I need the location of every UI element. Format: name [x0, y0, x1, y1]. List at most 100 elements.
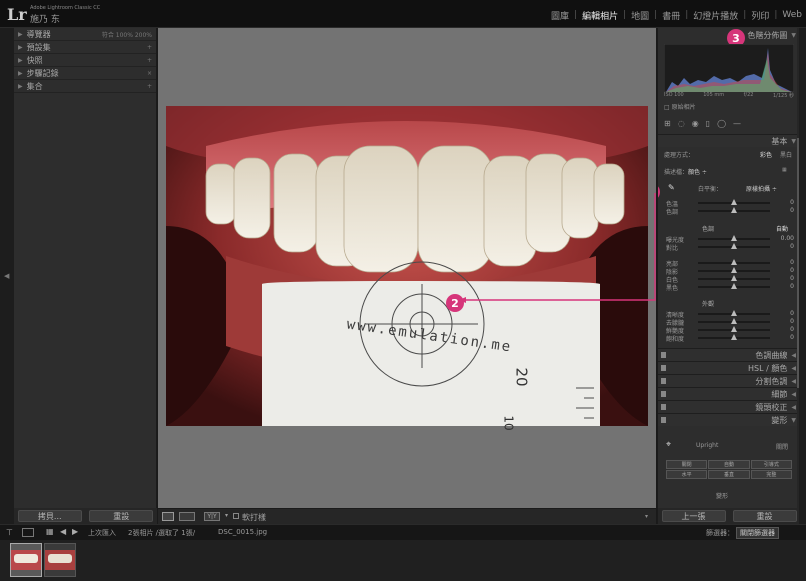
photo-canvas[interactable]: www.emulation.me 20 10 2 [158, 28, 656, 508]
slider-value[interactable]: 0 [790, 326, 794, 333]
slider-value[interactable]: 0 [790, 310, 794, 317]
add-collection-icon[interactable]: + [147, 83, 152, 90]
upright-guided-button[interactable]: 引導式 [750, 460, 792, 469]
filmstrip-thumb-selected[interactable] [10, 543, 42, 577]
section-hsl[interactable]: HSL / 顏色 ◀ [658, 361, 799, 374]
slider-value[interactable]: 0 [790, 259, 794, 266]
section-transform[interactable]: 變形 ▼ [658, 413, 799, 426]
grid-view-icon[interactable]: ▦ [46, 527, 54, 536]
slider-knob[interactable] [731, 207, 737, 213]
slider-value[interactable]: 0 [790, 318, 794, 325]
slider-knob[interactable] [731, 283, 737, 289]
secondary-display-icon[interactable]: ⊤ [6, 528, 13, 537]
spot-removal-icon[interactable]: ◌ [678, 119, 685, 128]
module-develop[interactable]: 編輯相片 [578, 9, 622, 22]
brush-tool-icon[interactable]: — [733, 119, 741, 128]
panel-switch-icon[interactable] [661, 378, 666, 384]
panel-switch-icon[interactable] [661, 352, 666, 358]
slider-shadows[interactable]: 陰影 0 [658, 266, 799, 276]
slider-clarity[interactable]: 清晰度 0 [658, 309, 799, 319]
panel-switch-icon[interactable] [661, 365, 666, 371]
wb-eyedropper-icon[interactable]: ✎ [668, 183, 675, 192]
upright-full-button[interactable]: 完整 [750, 470, 792, 479]
treatment-color-option[interactable]: 彩色 [760, 150, 772, 159]
original-photo-toggle[interactable]: □ 原始相片 [664, 102, 696, 111]
slider-exposure[interactable]: 曝光度 0.00 [658, 234, 799, 244]
slider-value[interactable]: 0 [790, 243, 794, 250]
reset-right-button[interactable]: 重設 [732, 510, 797, 522]
module-web[interactable]: Web [778, 10, 806, 20]
navigator-header[interactable]: ▶ 導覽器 符合 100% 200% [14, 28, 156, 41]
auto-tone-button[interactable]: 自動 [776, 224, 788, 233]
toolbar-menu-icon[interactable]: ▾ [645, 513, 648, 520]
slider-knob[interactable] [731, 326, 737, 332]
wb-select[interactable]: 原樣拍攝 ÷ [746, 184, 777, 193]
slider-tint[interactable]: 色調 0 [658, 206, 799, 216]
right-panel-toggle-strip[interactable] [799, 28, 806, 524]
slider-blacks[interactable]: 黑色 0 [658, 282, 799, 292]
slider-value[interactable]: 0 [790, 283, 794, 290]
add-preset-icon[interactable]: + [147, 44, 152, 51]
copy-button[interactable]: 拷貝... [17, 510, 82, 522]
module-library[interactable]: 圖庫 [547, 9, 573, 22]
filmstrip-thumb[interactable] [44, 543, 76, 577]
section-detail[interactable]: 細節 ◀ [658, 387, 799, 400]
zoom-options[interactable]: 符合 100% 200% [102, 30, 152, 39]
slider-value[interactable]: 0 [790, 275, 794, 282]
module-print[interactable]: 列印 [747, 9, 773, 22]
forward-icon[interactable]: ▶ [72, 527, 78, 536]
reset-left-button[interactable]: 重設 [89, 510, 154, 522]
source-label[interactable]: 上次匯入 [88, 528, 116, 538]
soft-proof-checkbox[interactable] [233, 513, 239, 519]
upright-level-button[interactable]: 水平 [666, 470, 708, 479]
basic-header[interactable]: 基本 ▼ [658, 134, 799, 147]
presets-header[interactable]: ▶ 預設集 + [14, 41, 156, 54]
panel-switch-icon[interactable] [661, 404, 666, 410]
profile-select[interactable]: 顏色 ÷ [688, 167, 707, 176]
history-header[interactable]: ▶ 步驟記錄 × [14, 67, 156, 80]
red-eye-icon[interactable]: ◉ [692, 119, 699, 128]
slider-knob[interactable] [731, 275, 737, 281]
upright-vertical-button[interactable]: 垂直 [708, 470, 750, 479]
slider-highlights[interactable]: 亮部 0 [658, 258, 799, 268]
panel-switch-icon[interactable] [661, 391, 666, 397]
radial-filter-icon[interactable]: ◯ [717, 119, 726, 128]
slider-contrast[interactable]: 對比 0 [658, 242, 799, 252]
module-book[interactable]: 書冊 [658, 9, 684, 22]
treatment-bw-option[interactable]: 黑白 [780, 150, 792, 159]
slider-knob[interactable] [731, 267, 737, 273]
slider-knob[interactable] [731, 310, 737, 316]
slider-vibrance[interactable]: 鮮艷度 0 [658, 325, 799, 335]
collapse-left-icon[interactable]: ◀ [4, 272, 9, 280]
collections-header[interactable]: ▶ 集合 + [14, 80, 156, 93]
filter-select[interactable]: 關閉篩選器 [736, 527, 779, 539]
slider-value[interactable]: 0.00 [781, 235, 794, 242]
slider-knob[interactable] [731, 259, 737, 265]
add-snapshot-icon[interactable]: + [147, 57, 152, 64]
previous-button[interactable]: 上一張 [661, 510, 726, 522]
slider-value[interactable]: 0 [790, 267, 794, 274]
dropdown-icon[interactable]: ▾ [225, 512, 228, 519]
slider-value[interactable]: 0 [790, 334, 794, 341]
panel-switch-icon[interactable] [661, 417, 666, 423]
profile-browser-icon[interactable]: ▦ [782, 167, 787, 173]
yy-view-icon[interactable]: Y|Y [204, 512, 220, 521]
slider-value[interactable]: 0 [790, 207, 794, 214]
slider-knob[interactable] [731, 235, 737, 241]
upright-off-button[interactable]: 關閉 [666, 460, 708, 469]
second-window-icon[interactable] [22, 528, 34, 537]
slider-knob[interactable] [731, 243, 737, 249]
section-lens-correction[interactable]: 鏡頭校正 ◀ [658, 400, 799, 413]
left-panel-toggle-strip[interactable]: ◀ [0, 28, 14, 524]
upright-off[interactable]: 關閉 [776, 442, 788, 451]
module-map[interactable]: 地圖 [627, 9, 653, 22]
slider-dehaze[interactable]: 去朦朧 0 [658, 317, 799, 327]
crop-tool-icon[interactable]: ⊞ [664, 119, 671, 128]
upright-auto-button[interactable]: 自動 [708, 460, 750, 469]
clear-history-icon[interactable]: × [147, 70, 152, 77]
graduated-filter-icon[interactable]: ▯ [706, 119, 710, 128]
section-tone-curve[interactable]: 色調曲線 ◀ [658, 348, 799, 361]
filename[interactable]: DSC_0015.jpg [218, 528, 267, 536]
slider-value[interactable]: 0 [790, 199, 794, 206]
slider-knob[interactable] [731, 199, 737, 205]
